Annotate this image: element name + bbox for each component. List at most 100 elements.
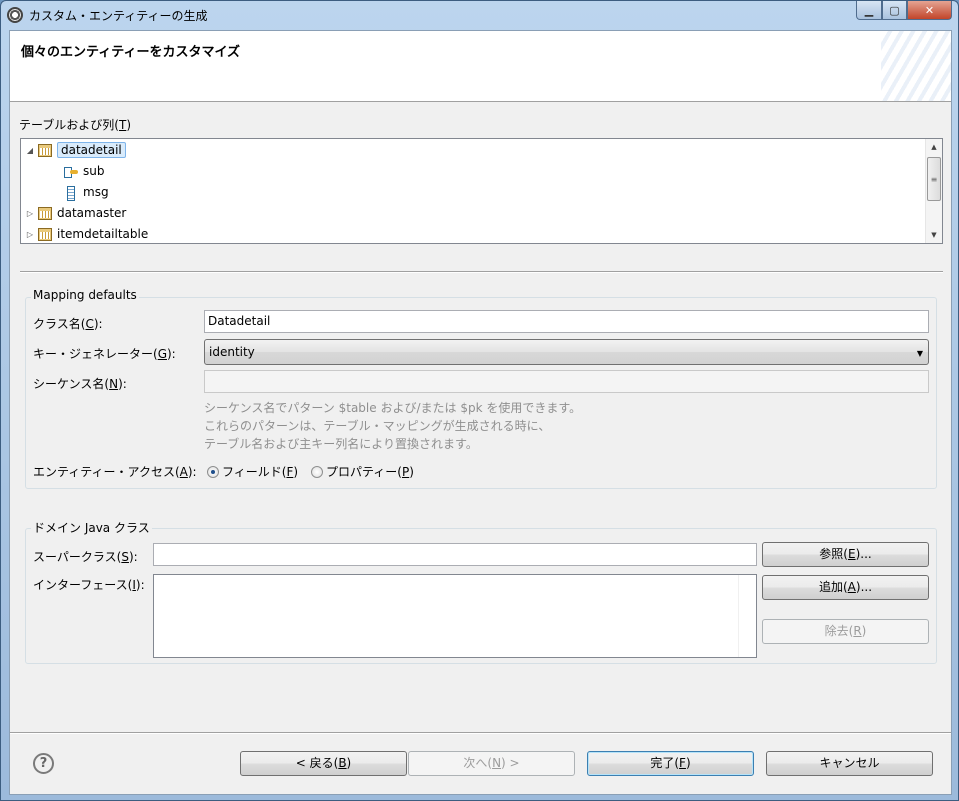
key-generator-label-end: ): (167, 347, 176, 361)
chevron-down-icon: ▼ (916, 349, 923, 358)
browse-mnemonic: E (847, 547, 856, 561)
maximize-button[interactable]: ▢ (882, 1, 907, 20)
wizard-header: 個々のエンティティーをカスタマイズ (10, 31, 951, 102)
interfaces-list[interactable] (153, 574, 757, 658)
expand-arrow-icon[interactable]: ▷ (25, 209, 35, 218)
back-label-end: ) (346, 756, 352, 770)
next-label-end: ) > (501, 756, 520, 770)
add-interface-button[interactable]: 追加(A)... (762, 575, 929, 600)
next-label: 次へ( (463, 756, 493, 770)
key-generator-select[interactable]: identity ▼ (204, 339, 929, 365)
superclass-label-end: ): (128, 550, 138, 564)
superclass-label-text: スーパークラス( (33, 550, 122, 564)
collapse-arrow-icon[interactable]: ◢ (25, 146, 35, 155)
key-generator-mnemonic: G (157, 347, 167, 361)
class-name-mnemonic: C (85, 317, 94, 331)
access-property-radio[interactable]: プロパティー(P) (311, 463, 414, 480)
window-controls: ▁ ▢ ✕ (856, 1, 952, 21)
sequence-name-label-text: シーケンス名( (33, 377, 110, 391)
superclass-input[interactable] (153, 543, 757, 566)
finish-mnemonic: F (679, 756, 686, 770)
interfaces-list-scrollbar[interactable] (738, 575, 756, 657)
expand-arrow-icon[interactable]: ▷ (25, 230, 35, 239)
tree-item-msg[interactable]: msg (61, 182, 109, 202)
remove-label-end: ) (861, 624, 867, 638)
field-radio-label: フィールド( (222, 465, 287, 479)
sequence-name-mnemonic: N (109, 377, 119, 391)
property-radio-label: プロパティー( (326, 465, 402, 479)
radio-selected-icon[interactable] (207, 466, 219, 478)
table-icon (38, 143, 52, 157)
dialog-window: カスタム・エンティティーの生成 ▁ ▢ ✕ 個々のエンティティーをカスタマイズ … (0, 0, 959, 801)
tables-columns-label: テーブルおよび列(T) (19, 116, 131, 133)
key-generator-value: identity (209, 345, 255, 359)
finish-label: 完了( (650, 756, 680, 770)
superclass-mnemonic: S (121, 550, 129, 564)
eclipse-app-icon (7, 7, 23, 23)
remove-label: 除去( (824, 624, 854, 638)
tree-item-label: datadetail (57, 142, 126, 158)
sequence-name-label-end: ): (118, 377, 127, 391)
next-button[interactable]: 次へ(N) > (408, 751, 575, 776)
header-banner-graphic (881, 31, 951, 101)
remove-mnemonic: R (853, 624, 862, 638)
next-mnemonic: N (492, 756, 502, 770)
browse-button[interactable]: 参照(E)... (762, 542, 929, 567)
interfaces-label-end: ): (135, 578, 145, 592)
interfaces-label: インターフェース(I): (33, 576, 145, 593)
tree-item-sub[interactable]: sub (61, 161, 104, 181)
minimize-button[interactable]: ▁ (856, 1, 882, 20)
sequence-name-label: シーケンス名(N): (33, 375, 127, 392)
sequence-name-input[interactable] (204, 370, 929, 393)
footer-separator (10, 732, 951, 734)
back-label: < 戻る( (295, 756, 339, 770)
interfaces-label-text: インターフェース( (33, 578, 133, 592)
primary-key-column-icon (64, 165, 78, 178)
class-name-label-text: クラス名( (33, 317, 86, 331)
entity-access-mnemonic: A (179, 465, 188, 479)
superclass-label: スーパークラス(S): (33, 548, 138, 565)
radio-unselected-icon[interactable] (311, 466, 323, 478)
tree-scrollbar[interactable]: ▲ ≡ ▼ (925, 139, 942, 243)
hint-line: テーブル名および主キー列名により置換されます。 (204, 437, 478, 451)
table-icon (38, 227, 52, 241)
mapping-defaults-title: Mapping defaults (31, 288, 139, 302)
section-separator (20, 271, 943, 273)
browse-label-end: )... (855, 547, 872, 561)
add-label-end: )... (855, 580, 873, 594)
tree-item-itemdetailtable[interactable]: ▷ itemdetailtable (25, 224, 148, 244)
tree-item-label: itemdetailtable (57, 227, 149, 241)
access-field-radio[interactable]: フィールド(F) (207, 463, 298, 480)
table-icon (38, 206, 52, 220)
entity-access-label: エンティティー・アクセス(A): (33, 463, 197, 480)
back-mnemonic: B (338, 756, 347, 770)
class-name-input[interactable]: Datadetail (204, 310, 929, 333)
scroll-up-arrow-icon[interactable]: ▲ (926, 139, 942, 155)
tree-item-datadetail[interactable]: ◢ datadetail (25, 140, 126, 160)
scroll-down-arrow-icon[interactable]: ▼ (926, 227, 942, 243)
help-icon[interactable]: ? (33, 753, 54, 774)
tables-label-text: テーブルおよび列( (19, 118, 119, 132)
title-bar: カスタム・エンティティーの生成 ▁ ▢ ✕ (1, 1, 958, 29)
domain-java-class-title: ドメイン Java クラス (31, 519, 152, 536)
entity-access-label-end: ): (187, 465, 197, 479)
scroll-thumb[interactable]: ≡ (927, 157, 941, 201)
back-button[interactable]: < 戻る(B) (240, 751, 407, 776)
property-radio-label-end: ) (409, 465, 414, 479)
tree-item-label: sub (83, 164, 105, 178)
tree-item-label: msg (83, 185, 109, 199)
close-button[interactable]: ✕ (907, 1, 952, 20)
key-generator-label-text: キー・ジェネレーター( (33, 347, 158, 361)
dialog-client-area: 個々のエンティティーをカスタマイズ テーブルおよび列(T) ◢ datadeta… (9, 30, 952, 795)
cancel-button[interactable]: キャンセル (766, 751, 933, 776)
finish-label-end: ) (685, 756, 691, 770)
tree-item-datamaster[interactable]: ▷ datamaster (25, 203, 126, 223)
class-name-label: クラス名(C): (33, 315, 103, 332)
finish-button[interactable]: 完了(F) (587, 751, 754, 776)
remove-interface-button[interactable]: 除去(R) (762, 619, 929, 644)
entity-access-label-text: エンティティー・アクセス( (33, 465, 180, 479)
page-title: 個々のエンティティーをカスタマイズ (21, 45, 241, 60)
hint-line: これらのパターンは、テーブル・マッピングが生成される時に、 (204, 419, 551, 433)
table-tree[interactable]: ◢ datadetail sub msg ▷ datamaster ▷ item… (20, 138, 943, 244)
hint-line: シーケンス名でパターン $table および/または $pk を使用できます。 (204, 401, 582, 415)
